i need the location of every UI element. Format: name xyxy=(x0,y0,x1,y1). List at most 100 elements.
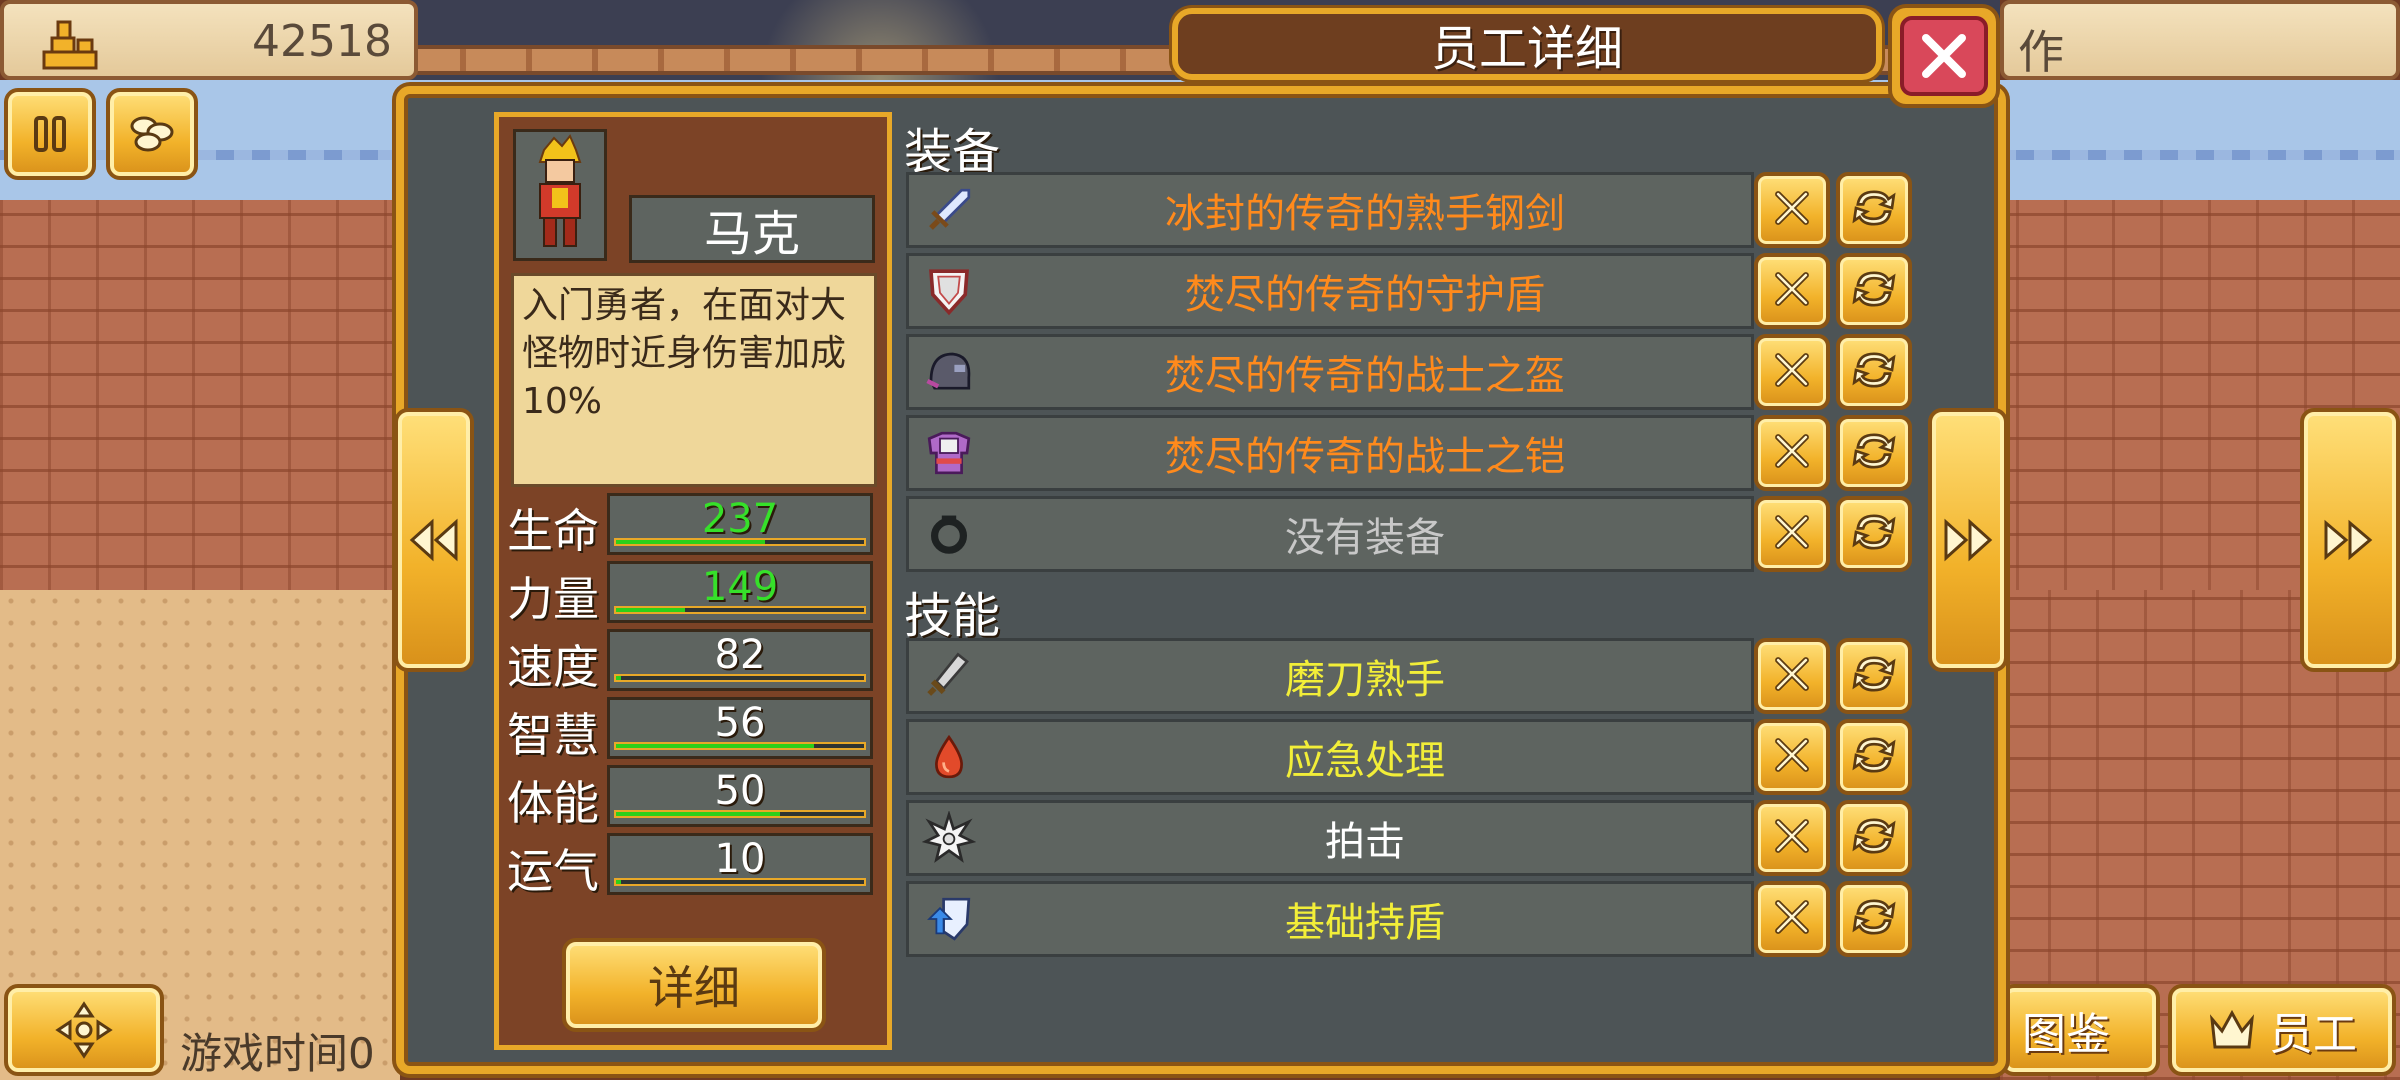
stat-bar: 149 xyxy=(607,561,873,623)
stat-label: 速度 xyxy=(507,640,599,694)
swap-skill-button[interactable] xyxy=(1836,881,1912,957)
world-next-button[interactable] xyxy=(2300,408,2400,672)
ring-slot-icon xyxy=(919,504,979,564)
shield-icon xyxy=(919,261,979,321)
remove-icon xyxy=(1766,263,1818,319)
skill-name: 磨刀熟手 xyxy=(1285,657,1445,703)
pause-button[interactable] xyxy=(4,88,96,180)
stat-row: 智慧 56 xyxy=(507,697,887,762)
camera-move-button[interactable] xyxy=(4,984,164,1076)
double-chevron-right-icon xyxy=(1944,518,1993,562)
equipment-name: 焚尽的传奇的战士之盔 xyxy=(1165,353,1565,399)
armor-icon xyxy=(919,423,979,483)
skills-section-label: 技能 xyxy=(904,588,1001,644)
stat-track xyxy=(614,810,866,818)
detail-button[interactable]: 详细 xyxy=(562,938,826,1032)
swap-equipment-button[interactable] xyxy=(1836,496,1912,572)
swap-skill-button[interactable] xyxy=(1836,719,1912,795)
shield-up-icon xyxy=(919,889,979,949)
equipment-name: 焚尽的传奇的守护盾 xyxy=(1185,272,1545,318)
whetstone-icon xyxy=(919,646,979,706)
atlas-label: 图鉴 xyxy=(2022,1009,2110,1060)
coins-icon xyxy=(130,116,174,152)
swap-equipment-button[interactable] xyxy=(1836,172,1912,248)
swap-skill-button[interactable] xyxy=(1836,638,1912,714)
remove-equipment-button[interactable] xyxy=(1754,253,1830,329)
swap-icon xyxy=(1847,424,1901,482)
previous-employee-button[interactable] xyxy=(394,408,474,672)
equipment-row[interactable]: 没有装备 xyxy=(906,496,1754,572)
skill-row[interactable]: 磨刀熟手 xyxy=(906,638,1754,714)
swap-icon xyxy=(1847,809,1901,867)
speed-button[interactable] xyxy=(106,88,198,180)
remove-equipment-button[interactable] xyxy=(1754,334,1830,410)
stat-label: 体能 xyxy=(507,776,599,830)
equipment-row[interactable]: 焚尽的传奇的守护盾 xyxy=(906,253,1754,329)
swap-equipment-button[interactable] xyxy=(1836,334,1912,410)
close-icon xyxy=(1922,34,1966,78)
skill-row[interactable]: 拍击 xyxy=(906,800,1754,876)
stat-value: 237 xyxy=(701,496,779,542)
stat-value: 10 xyxy=(714,836,766,882)
next-employee-button[interactable] xyxy=(1928,408,2008,672)
double-chevron-right-icon xyxy=(2324,519,2373,561)
game-time: 游戏时间0 xyxy=(180,1029,375,1078)
remove-skill-button[interactable] xyxy=(1754,881,1830,957)
swap-icon xyxy=(1847,181,1901,239)
remove-icon xyxy=(1766,729,1818,785)
remove-icon xyxy=(1766,506,1818,562)
stat-value: 149 xyxy=(701,564,779,610)
stat-value: 56 xyxy=(714,700,766,746)
remove-icon xyxy=(1766,344,1818,400)
stat-track xyxy=(614,878,866,886)
stat-fill xyxy=(616,676,621,680)
staff-button[interactable]: 员工 xyxy=(2168,984,2396,1076)
swap-icon xyxy=(1847,343,1901,401)
swap-skill-button[interactable] xyxy=(1836,800,1912,876)
stat-track xyxy=(614,742,866,750)
crown-icon xyxy=(2209,1009,2255,1049)
equipment-row[interactable]: 焚尽的传奇的战士之铠 xyxy=(906,415,1754,491)
equipment-row[interactable]: 焚尽的传奇的战士之盔 xyxy=(906,334,1754,410)
skill-row[interactable]: 应急处理 xyxy=(906,719,1754,795)
top-right-menu[interactable]: 作 xyxy=(2000,0,2400,80)
remove-equipment-button[interactable] xyxy=(1754,415,1830,491)
skill-row[interactable]: 基础持盾 xyxy=(906,881,1754,957)
pause-icon xyxy=(34,116,66,152)
swap-equipment-button[interactable] xyxy=(1836,253,1912,329)
double-chevron-left-icon xyxy=(409,518,458,562)
menu-label-partial: 作 xyxy=(2018,25,2064,79)
stat-fill xyxy=(616,880,621,884)
sword-icon xyxy=(919,180,979,240)
stat-row: 体能 50 xyxy=(507,765,887,830)
remove-icon xyxy=(1766,810,1818,866)
stat-row: 速度 82 xyxy=(507,629,887,694)
remove-icon xyxy=(1766,182,1818,238)
equipment-row[interactable]: 冰封的传奇的熟手钢剑 xyxy=(906,172,1754,248)
stat-track xyxy=(614,674,866,682)
stat-value: 82 xyxy=(714,632,766,678)
remove-skill-button[interactable] xyxy=(1754,800,1830,876)
employee-portrait xyxy=(513,129,607,261)
remove-equipment-button[interactable] xyxy=(1754,496,1830,572)
employee-name-box: 马克 xyxy=(629,195,875,263)
impact-icon xyxy=(919,808,979,868)
swap-equipment-button[interactable] xyxy=(1836,415,1912,491)
atlas-button[interactable]: 图鉴 xyxy=(2000,984,2160,1076)
employee-name: 马克 xyxy=(703,206,800,262)
stat-bar: 56 xyxy=(607,697,873,759)
dialog-title: 员工详细 xyxy=(1430,21,1623,77)
remove-equipment-button[interactable] xyxy=(1754,172,1830,248)
swap-icon xyxy=(1847,890,1901,948)
stat-fill xyxy=(616,744,815,748)
remove-icon xyxy=(1766,648,1818,704)
stat-fill xyxy=(616,608,686,612)
stat-label: 生命 xyxy=(507,504,599,558)
remove-skill-button[interactable] xyxy=(1754,719,1830,795)
helmet-icon xyxy=(919,342,979,402)
stat-track xyxy=(614,606,866,614)
close-button[interactable] xyxy=(1888,4,2000,108)
remove-skill-button[interactable] xyxy=(1754,638,1830,714)
swap-icon xyxy=(1847,728,1901,786)
swap-icon xyxy=(1847,647,1901,705)
